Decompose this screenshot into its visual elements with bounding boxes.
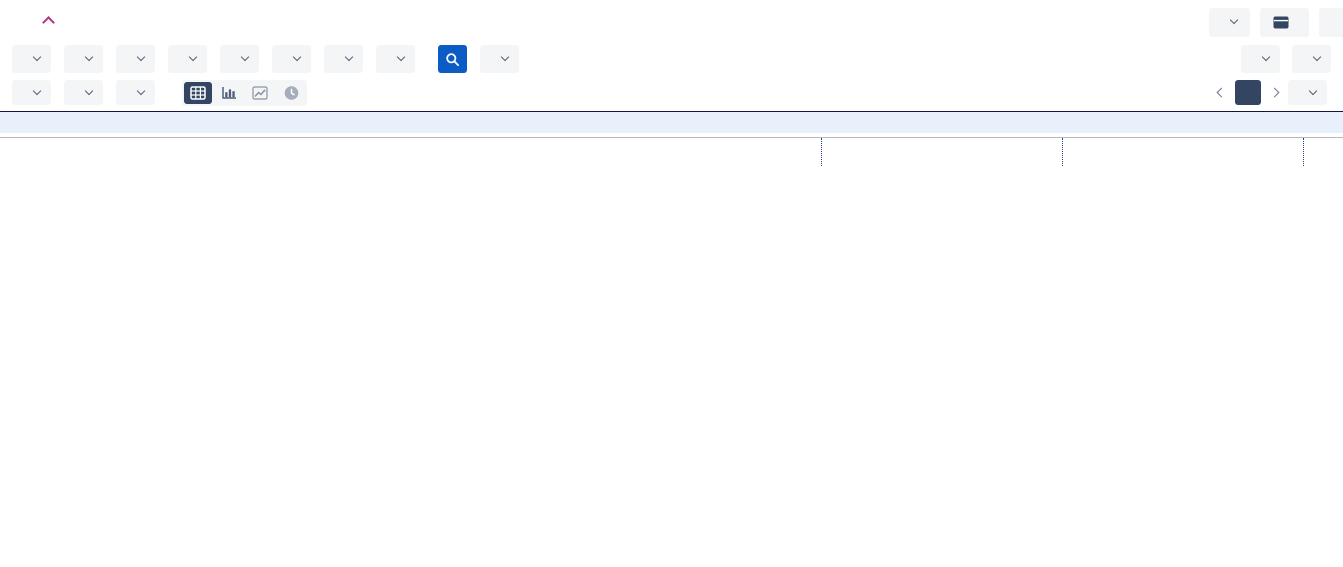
chevron-down-icon bbox=[240, 52, 250, 62]
time-view-button[interactable] bbox=[277, 82, 305, 104]
chevron-down-icon bbox=[32, 52, 42, 62]
search-icon bbox=[446, 52, 460, 66]
report-toolbar bbox=[0, 79, 1343, 106]
chevron-down-icon bbox=[136, 86, 146, 95]
chevron-down-icon bbox=[136, 52, 146, 62]
chevron-down-icon bbox=[32, 86, 42, 95]
filter-fix-version[interactable] bbox=[116, 45, 155, 73]
topbar bbox=[0, 0, 1343, 44]
group-header-done bbox=[1062, 138, 1303, 166]
chevron-down-icon bbox=[84, 52, 94, 62]
time-reports-app bbox=[0, 0, 1343, 567]
chevron-down-icon bbox=[1261, 52, 1271, 62]
table-view-button[interactable] bbox=[184, 81, 212, 104]
statuses-button[interactable] bbox=[1292, 45, 1331, 73]
chevron-down-icon bbox=[84, 86, 94, 95]
column-filter-buttons bbox=[1241, 45, 1331, 73]
table-view-icon bbox=[190, 85, 206, 100]
save-icon bbox=[1273, 16, 1289, 28]
filter-created[interactable] bbox=[168, 45, 207, 73]
report-button[interactable] bbox=[12, 80, 51, 105]
current-page-button[interactable] bbox=[1235, 80, 1261, 105]
more-button[interactable] bbox=[1209, 7, 1250, 37]
search-by-button[interactable] bbox=[480, 45, 519, 73]
page-size-select[interactable] bbox=[1288, 80, 1327, 105]
chevron-down-icon bbox=[500, 52, 510, 62]
filter-sprint[interactable] bbox=[64, 45, 103, 73]
chevron-down-icon bbox=[1312, 52, 1322, 62]
chevron-down-icon bbox=[292, 52, 302, 62]
filter-sort-by-created[interactable] bbox=[376, 45, 415, 73]
time-in-status-table bbox=[0, 137, 1343, 166]
display-assignees-button[interactable] bbox=[116, 80, 155, 105]
group-header-todo bbox=[821, 138, 1062, 166]
report-title-band bbox=[0, 111, 1343, 133]
filter-assignee-rahul[interactable] bbox=[324, 45, 363, 73]
filter-issue-type[interactable] bbox=[220, 45, 259, 73]
report-buttons bbox=[12, 80, 155, 105]
previous-page-icon[interactable] bbox=[1216, 87, 1227, 98]
clock-icon bbox=[284, 85, 298, 100]
search-button[interactable] bbox=[438, 45, 467, 73]
line-chart-icon bbox=[252, 85, 268, 100]
bar-chart-icon bbox=[222, 86, 236, 99]
chevron-down-icon bbox=[396, 52, 406, 62]
switch-to-button[interactable] bbox=[1319, 7, 1343, 37]
pagination bbox=[1208, 80, 1331, 105]
group-header-spare bbox=[1303, 138, 1343, 166]
summary-criteria-button[interactable] bbox=[64, 80, 103, 105]
chevron-down-icon bbox=[188, 52, 198, 62]
save-button[interactable] bbox=[1260, 7, 1309, 37]
filter-buttons bbox=[12, 45, 415, 73]
next-page-icon[interactable] bbox=[1269, 87, 1280, 98]
view-switcher bbox=[182, 79, 307, 106]
line-chart-view-button[interactable] bbox=[246, 82, 274, 104]
filter-status[interactable] bbox=[272, 45, 311, 73]
table-group-header-row bbox=[0, 137, 1343, 166]
fields-button[interactable] bbox=[1241, 45, 1280, 73]
chevron-down-icon bbox=[1308, 86, 1318, 95]
chevron-down-icon bbox=[1229, 15, 1239, 25]
topbar-actions bbox=[1209, 7, 1343, 37]
filter-project-a[interactable] bbox=[12, 45, 51, 73]
bar-chart-view-button[interactable] bbox=[215, 82, 243, 104]
group-header-blank bbox=[0, 138, 821, 166]
filter-toolbar bbox=[0, 45, 1343, 73]
chevron-down-icon bbox=[344, 52, 354, 62]
